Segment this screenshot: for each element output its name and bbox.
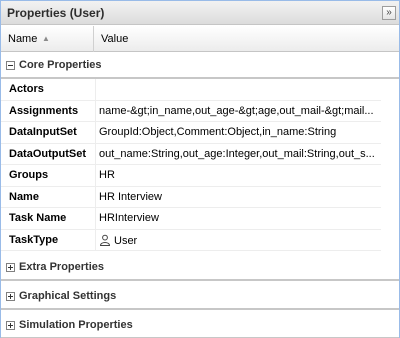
property-value[interactable]: HR [99, 169, 379, 181]
property-value[interactable]: HRInterview [99, 212, 379, 224]
property-row[interactable]: TaskType User [1, 229, 381, 251]
column-divider [95, 229, 96, 250]
property-row[interactable]: Groups HR [1, 165, 381, 187]
expand-plus-icon[interactable] [6, 321, 15, 330]
group-extra-properties[interactable]: Extra Properties [1, 255, 399, 281]
property-name: Groups [9, 169, 49, 181]
column-divider [95, 143, 96, 164]
group-label: Extra Properties [19, 261, 104, 273]
expand-plus-icon[interactable] [6, 292, 15, 301]
column-header: Name ▲ Value [1, 26, 399, 52]
property-value[interactable]: GroupId:Object,Comment:Object,in_name:St… [99, 126, 379, 138]
property-value[interactable]: name-&gt;in_name,out_age-&gt;age,out_mai… [99, 105, 379, 117]
property-name: DataInputSet [9, 126, 77, 138]
group-graphical-settings[interactable]: Graphical Settings [1, 284, 399, 310]
property-value[interactable]: User [99, 234, 379, 247]
property-value[interactable]: HR Interview [99, 191, 379, 203]
panel-titlebar: Properties (User) » [1, 1, 399, 25]
value-column-header[interactable]: Value [95, 26, 399, 52]
property-name: Actors [9, 83, 44, 95]
panel-title: Properties (User) [7, 6, 105, 20]
group-label: Simulation Properties [19, 319, 133, 331]
property-name: DataOutputSet [9, 147, 86, 160]
group-label: Graphical Settings [19, 290, 117, 302]
property-name: TaskType [9, 233, 59, 246]
property-value[interactable]: out_name:String,out_age:Integer,out_mail… [99, 148, 379, 160]
column-divider [95, 186, 96, 207]
group-core-properties[interactable]: Core Properties [1, 53, 399, 79]
sort-ascending-icon: ▲ [42, 34, 50, 43]
property-row[interactable]: DataInputSet GroupId:Object,Comment:Obje… [1, 122, 381, 144]
collapse-panel-button[interactable]: » [382, 6, 396, 20]
collapse-minus-icon[interactable] [6, 61, 15, 70]
name-column-header[interactable]: Name ▲ [1, 26, 94, 52]
name-column-label: Name [8, 33, 38, 45]
user-icon [99, 234, 111, 246]
property-name: Assignments [9, 104, 79, 117]
property-row[interactable]: Task Name HRInterview [1, 208, 381, 230]
property-name: Name [9, 190, 39, 203]
property-name: Task Name [9, 212, 67, 224]
task-type-value: User [114, 234, 138, 247]
property-rows: Actors Assignments name-&gt;in_name,out_… [1, 79, 381, 251]
value-column-label: Value [101, 33, 129, 45]
property-row[interactable]: Assignments name-&gt;in_name,out_age-&gt… [1, 100, 381, 122]
column-divider [95, 79, 96, 100]
property-row[interactable]: DataOutputSet out_name:String,out_age:In… [1, 143, 381, 165]
expand-plus-icon[interactable] [6, 263, 15, 272]
group-label: Core Properties [19, 59, 102, 71]
column-divider [95, 165, 96, 186]
column-divider [95, 122, 96, 143]
column-divider [95, 100, 96, 121]
column-divider [95, 208, 96, 229]
property-row[interactable]: Actors [1, 79, 381, 101]
group-simulation-properties[interactable]: Simulation Properties [1, 313, 399, 338]
property-row[interactable]: Name HR Interview [1, 186, 381, 208]
properties-panel: Properties (User) » Name ▲ Value Core Pr… [0, 0, 400, 338]
